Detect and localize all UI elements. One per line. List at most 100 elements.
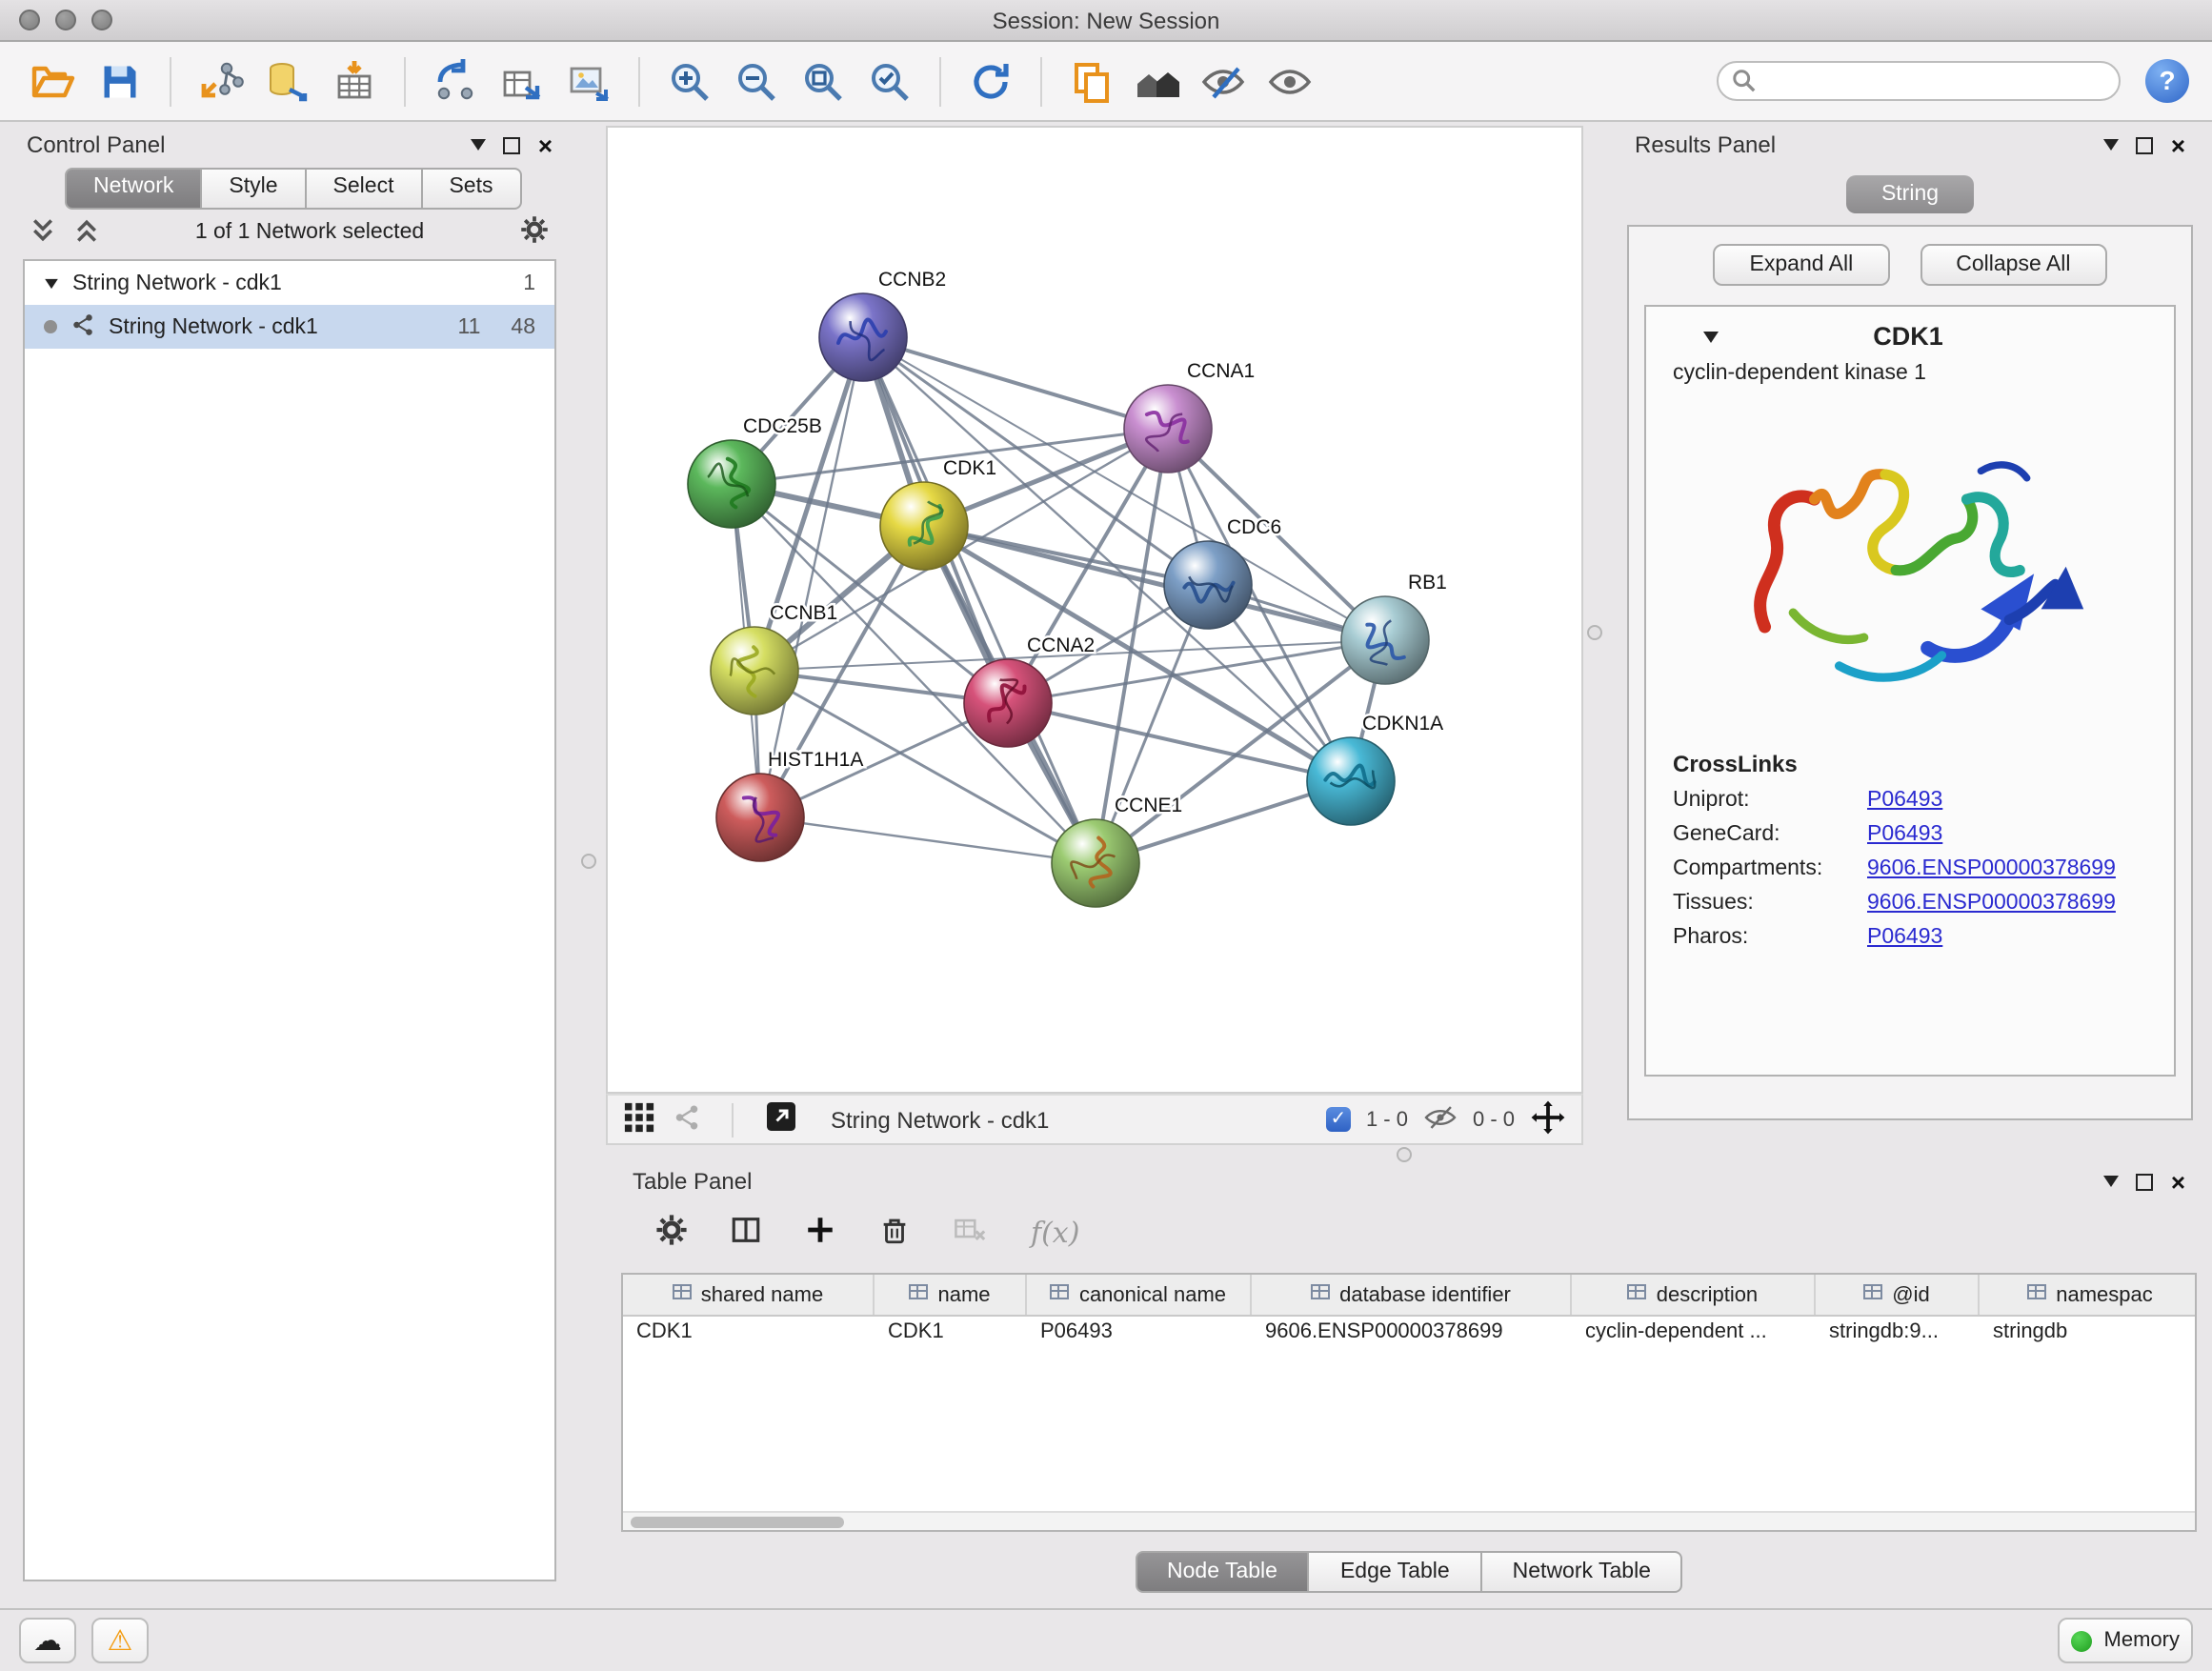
network-graph[interactable]: CCNB2CCNA1CDC25BCDK1CDC6RB1CCNB1CCNA2CDK…: [608, 128, 1581, 1092]
network-edge[interactable]: [760, 817, 1096, 863]
panel-menu-icon[interactable]: [472, 139, 487, 151]
crosslink-link[interactable]: P06493: [1867, 789, 1942, 812]
share-view-icon[interactable]: [673, 1102, 701, 1137]
open-session-button[interactable]: [23, 50, 84, 111]
expand-all-button[interactable]: Expand All: [1714, 244, 1890, 286]
network-node-CCNB2[interactable]: CCNB2: [819, 269, 946, 381]
network-options-gear-icon[interactable]: [520, 215, 549, 250]
minimize-window-button[interactable]: [55, 10, 76, 30]
tab-select[interactable]: Select: [307, 168, 423, 210]
network-edge[interactable]: [1008, 703, 1351, 781]
column-header--id[interactable]: @id: [1816, 1275, 1980, 1315]
new-network-button[interactable]: [425, 50, 486, 111]
column-header-shared-name[interactable]: shared name: [623, 1275, 875, 1315]
panel-menu-icon[interactable]: [2104, 1176, 2120, 1187]
float-panel-icon[interactable]: [504, 136, 521, 153]
network-node-CCNB1[interactable]: CCNB1: [711, 602, 837, 715]
column-header-description[interactable]: description: [1572, 1275, 1816, 1315]
tab-style[interactable]: Style: [202, 168, 306, 210]
table-cell[interactable]: cyclin-dependent ...: [1572, 1317, 1816, 1353]
zoom-fit-button[interactable]: [793, 50, 854, 111]
zoom-out-button[interactable]: [726, 50, 787, 111]
zoom-selected-button[interactable]: [859, 50, 920, 111]
network-node-RB1[interactable]: RB1: [1341, 572, 1447, 684]
tab-sets[interactable]: Sets: [422, 168, 521, 210]
zoom-window-button[interactable]: [91, 10, 112, 30]
hidden-eye-slash-icon[interactable]: [1423, 1102, 1458, 1137]
warnings-button[interactable]: ⚠: [91, 1618, 149, 1663]
add-column-icon[interactable]: [804, 1214, 836, 1252]
expand-all-networks-icon[interactable]: [30, 216, 55, 249]
tab-network[interactable]: Network: [65, 168, 202, 210]
export-image-button[interactable]: [558, 50, 619, 111]
scrollbar-thumb[interactable]: [631, 1516, 844, 1528]
memory-button[interactable]: Memory: [2059, 1618, 2193, 1663]
network-collection-row[interactable]: String Network - cdk1 1: [25, 261, 554, 305]
close-window-button[interactable]: [19, 10, 40, 30]
delete-column-trash-icon[interactable]: [878, 1214, 911, 1252]
crosslink-link[interactable]: P06493: [1867, 926, 1942, 949]
close-panel-icon[interactable]: ×: [2171, 132, 2185, 157]
column-header-name[interactable]: name: [875, 1275, 1027, 1315]
tab-network-table[interactable]: Network Table: [1482, 1551, 1683, 1593]
hide-details-button[interactable]: [1195, 50, 1256, 111]
search-input[interactable]: [1717, 61, 2121, 101]
right-splitter-handle[interactable]: [1587, 625, 1602, 640]
gene-collapse-caret-icon[interactable]: [1703, 331, 1719, 342]
help-button[interactable]: ?: [2145, 59, 2189, 103]
network-node-HIST1H1A[interactable]: HIST1H1A: [716, 749, 863, 861]
import-network-file-button[interactable]: [191, 50, 251, 111]
table-row[interactable]: CDK1CDK1P064939606.ENSP00000378699cyclin…: [623, 1317, 2195, 1353]
import-network-database-button[interactable]: [257, 50, 318, 111]
float-panel-icon[interactable]: [2137, 1173, 2154, 1190]
crosslink-link[interactable]: 9606.ENSP00000378699: [1867, 857, 2116, 880]
network-edge[interactable]: [863, 337, 1096, 863]
network-edge[interactable]: [924, 526, 1385, 640]
network-canvas[interactable]: CCNB2CCNA1CDC25BCDK1CDC6RB1CCNB1CCNA2CDK…: [606, 126, 1583, 1094]
crosslink-link[interactable]: 9606.ENSP00000378699: [1867, 892, 2116, 915]
zoom-in-button[interactable]: [659, 50, 720, 111]
network-node-CDKN1A[interactable]: CDKN1A: [1307, 713, 1443, 825]
cloud-button[interactable]: ☁: [19, 1618, 76, 1663]
float-panel-icon[interactable]: [2137, 136, 2154, 153]
table-horizontal-scrollbar[interactable]: [623, 1511, 2195, 1530]
tab-node-table[interactable]: Node Table: [1135, 1551, 1310, 1593]
collapse-all-button[interactable]: Collapse All: [1920, 244, 2106, 286]
column-header-namespac[interactable]: namespac: [1980, 1275, 2197, 1315]
show-columns-icon[interactable]: [730, 1214, 762, 1252]
tab-edge-table[interactable]: Edge Table: [1310, 1551, 1482, 1593]
save-session-button[interactable]: [90, 50, 151, 111]
selected-checkbox-icon[interactable]: ✓: [1326, 1107, 1351, 1132]
import-table-button[interactable]: [324, 50, 385, 111]
home-button[interactable]: [1128, 50, 1189, 111]
crosshair-move-icon[interactable]: [1530, 1098, 1566, 1140]
clone-network-button[interactable]: [1061, 50, 1122, 111]
network-node-CDK1[interactable]: CDK1: [880, 457, 996, 570]
column-header-canonical-name[interactable]: canonical name: [1027, 1275, 1252, 1315]
network-row-selected[interactable]: String Network - cdk1 11 48: [25, 305, 554, 349]
left-splitter-handle[interactable]: [581, 854, 596, 869]
close-panel-icon[interactable]: ×: [2171, 1169, 2185, 1194]
panel-menu-icon[interactable]: [2104, 139, 2120, 151]
network-node-CDC25B[interactable]: CDC25B: [688, 415, 822, 528]
crosslink-link[interactable]: P06493: [1867, 823, 1942, 846]
table-cell[interactable]: 9606.ENSP00000378699: [1252, 1317, 1572, 1353]
collapse-all-networks-icon[interactable]: [74, 216, 99, 249]
table-cell[interactable]: stringdb: [1980, 1317, 2197, 1353]
table-cell[interactable]: P06493: [1027, 1317, 1252, 1353]
show-details-button[interactable]: [1261, 50, 1322, 111]
network-from-table-button[interactable]: [492, 50, 553, 111]
bottom-splitter-handle[interactable]: [1397, 1147, 1412, 1162]
grid-view-icon[interactable]: [623, 1100, 655, 1138]
close-panel-icon[interactable]: ×: [538, 132, 553, 157]
gene-card-header[interactable]: CDK1: [1646, 307, 2174, 358]
table-settings-gear-icon[interactable]: [655, 1214, 688, 1252]
apply-layout-button[interactable]: [960, 50, 1021, 111]
network-edge[interactable]: [863, 337, 1168, 429]
table-cell[interactable]: CDK1: [623, 1317, 875, 1353]
network-node-CCNA1[interactable]: CCNA1: [1124, 360, 1255, 473]
collection-caret-icon[interactable]: [45, 278, 58, 288]
table-cell[interactable]: CDK1: [875, 1317, 1027, 1353]
column-header-database-identifier[interactable]: database identifier: [1252, 1275, 1572, 1315]
table-cell[interactable]: stringdb:9...: [1816, 1317, 1980, 1353]
